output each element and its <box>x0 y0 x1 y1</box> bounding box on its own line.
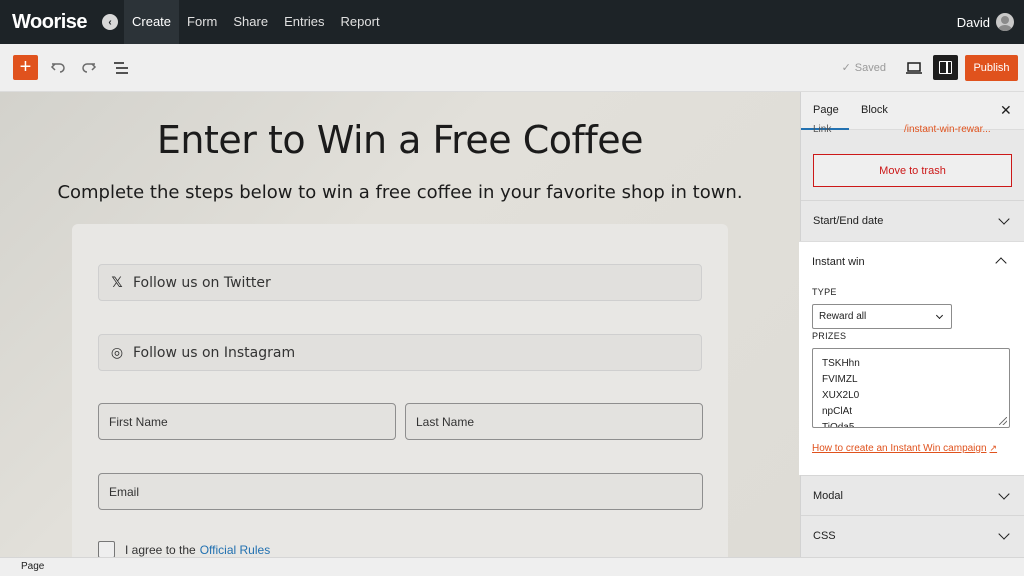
type-select[interactable]: Reward all <box>812 304 952 329</box>
prize-item: FVIMZL <box>822 374 858 385</box>
last-name-field[interactable]: Last Name <box>405 403 703 440</box>
tab-block[interactable]: Block <box>861 104 888 116</box>
start-end-date-label: Start/End date <box>813 214 884 227</box>
nav-form[interactable]: Form <box>179 0 225 44</box>
save-status: ✓ Saved <box>842 61 886 74</box>
type-select-value: Reward all <box>819 311 867 322</box>
chevron-down-icon <box>998 527 1010 540</box>
twitter-follow-action[interactable]: 𝕏 Follow us on Twitter <box>98 264 702 301</box>
nav-create[interactable]: Create <box>124 0 180 44</box>
user-name: David <box>956 14 990 30</box>
save-status-label: Saved <box>854 62 886 74</box>
link-label: Link <box>813 124 832 135</box>
x-twitter-icon: 𝕏 <box>111 274 123 291</box>
chevron-down-icon <box>998 487 1010 500</box>
official-rules-link[interactable]: Official Rules <box>200 543 270 557</box>
modal-section[interactable]: Modal <box>801 475 1024 515</box>
css-label: CSS <box>813 529 836 542</box>
link-value[interactable]: /instant-win-rewar... <box>904 124 991 135</box>
settings-sidebar-toggle-icon[interactable] <box>933 55 958 80</box>
prize-item: TSKHhn <box>822 358 860 369</box>
check-icon: ✓ <box>841 62 851 74</box>
instant-win-panel: Instant win TYPE Reward all PRIZES TSKHh… <box>799 241 1024 475</box>
undo-icon[interactable] <box>46 56 70 80</box>
tab-page[interactable]: Page <box>813 104 839 116</box>
help-link-label: How to create an Instant Win campaign <box>812 443 987 454</box>
prizes-label: PRIZES <box>812 331 847 341</box>
editor-canvas: Enter to Win a Free Coffee Complete the … <box>0 92 800 557</box>
start-end-date-section[interactable]: Start/End date <box>801 200 1024 240</box>
resize-handle-icon[interactable] <box>999 417 1007 425</box>
instagram-action-label: Follow us on Instagram <box>133 344 296 361</box>
entry-form-card: 𝕏 Follow us on Twitter ◎ Follow us on In… <box>72 224 728 557</box>
close-icon[interactable]: ✕ <box>1000 102 1012 119</box>
woorise-logo[interactable]: Woorise <box>12 11 98 34</box>
editor-toolbar: + ✓ Saved <box>0 44 1024 92</box>
avatar <box>996 13 1014 31</box>
prize-item: npClAt <box>822 406 853 417</box>
external-link-icon: ↗ <box>989 443 998 453</box>
top-nav: Woorise ‹ Create Form Share Entries Repo… <box>0 0 1024 44</box>
nav-report[interactable]: Report <box>333 0 388 44</box>
first-name-field[interactable]: First Name <box>98 403 396 440</box>
chevron-down-icon <box>935 311 944 320</box>
chevron-up-icon[interactable] <box>995 257 1007 269</box>
user-menu[interactable]: David <box>957 0 1014 44</box>
publish-button[interactable]: Publish <box>965 55 1018 81</box>
instagram-icon: ◎ <box>110 344 124 361</box>
redo-icon[interactable] <box>77 56 101 80</box>
page-subtitle[interactable]: Complete the steps below to win a free c… <box>0 182 800 203</box>
move-to-trash-button[interactable]: Move to trash <box>813 154 1012 187</box>
twitter-action-label: Follow us on Twitter <box>133 274 271 291</box>
instagram-follow-action[interactable]: ◎ Follow us on Instagram <box>98 334 702 371</box>
prize-item: TiQda5 <box>822 422 855 428</box>
agree-checkbox[interactable] <box>98 541 115 557</box>
back-arrow-icon[interactable]: ‹ <box>102 14 118 30</box>
prizes-textarea[interactable]: TSKHhn FVIMZL XUX2L0 npClAt TiQda5 <box>812 348 1010 428</box>
agree-row: I agree to the Official Rules <box>98 541 270 557</box>
agree-text: I agree to the <box>125 542 196 557</box>
modal-label: Modal <box>813 489 843 502</box>
instant-win-title[interactable]: Instant win <box>812 256 865 268</box>
nav-entries[interactable]: Entries <box>276 0 332 44</box>
instant-win-help-link[interactable]: How to create an Instant Win campaign ↗ <box>812 443 997 454</box>
email-field[interactable]: Email <box>98 473 703 510</box>
breadcrumb[interactable]: Page <box>21 561 44 572</box>
page-title[interactable]: Enter to Win a Free Coffee <box>0 118 800 162</box>
status-bar: Page <box>0 557 1024 576</box>
nav-share[interactable]: Share <box>225 0 276 44</box>
css-section[interactable]: CSS <box>801 515 1024 555</box>
add-block-button[interactable]: + <box>13 55 38 80</box>
list-view-icon[interactable] <box>109 56 133 80</box>
prize-item: XUX2L0 <box>822 390 860 401</box>
chevron-down-icon <box>998 212 1010 225</box>
type-label: TYPE <box>812 287 837 297</box>
preview-laptop-icon[interactable] <box>902 56 926 80</box>
